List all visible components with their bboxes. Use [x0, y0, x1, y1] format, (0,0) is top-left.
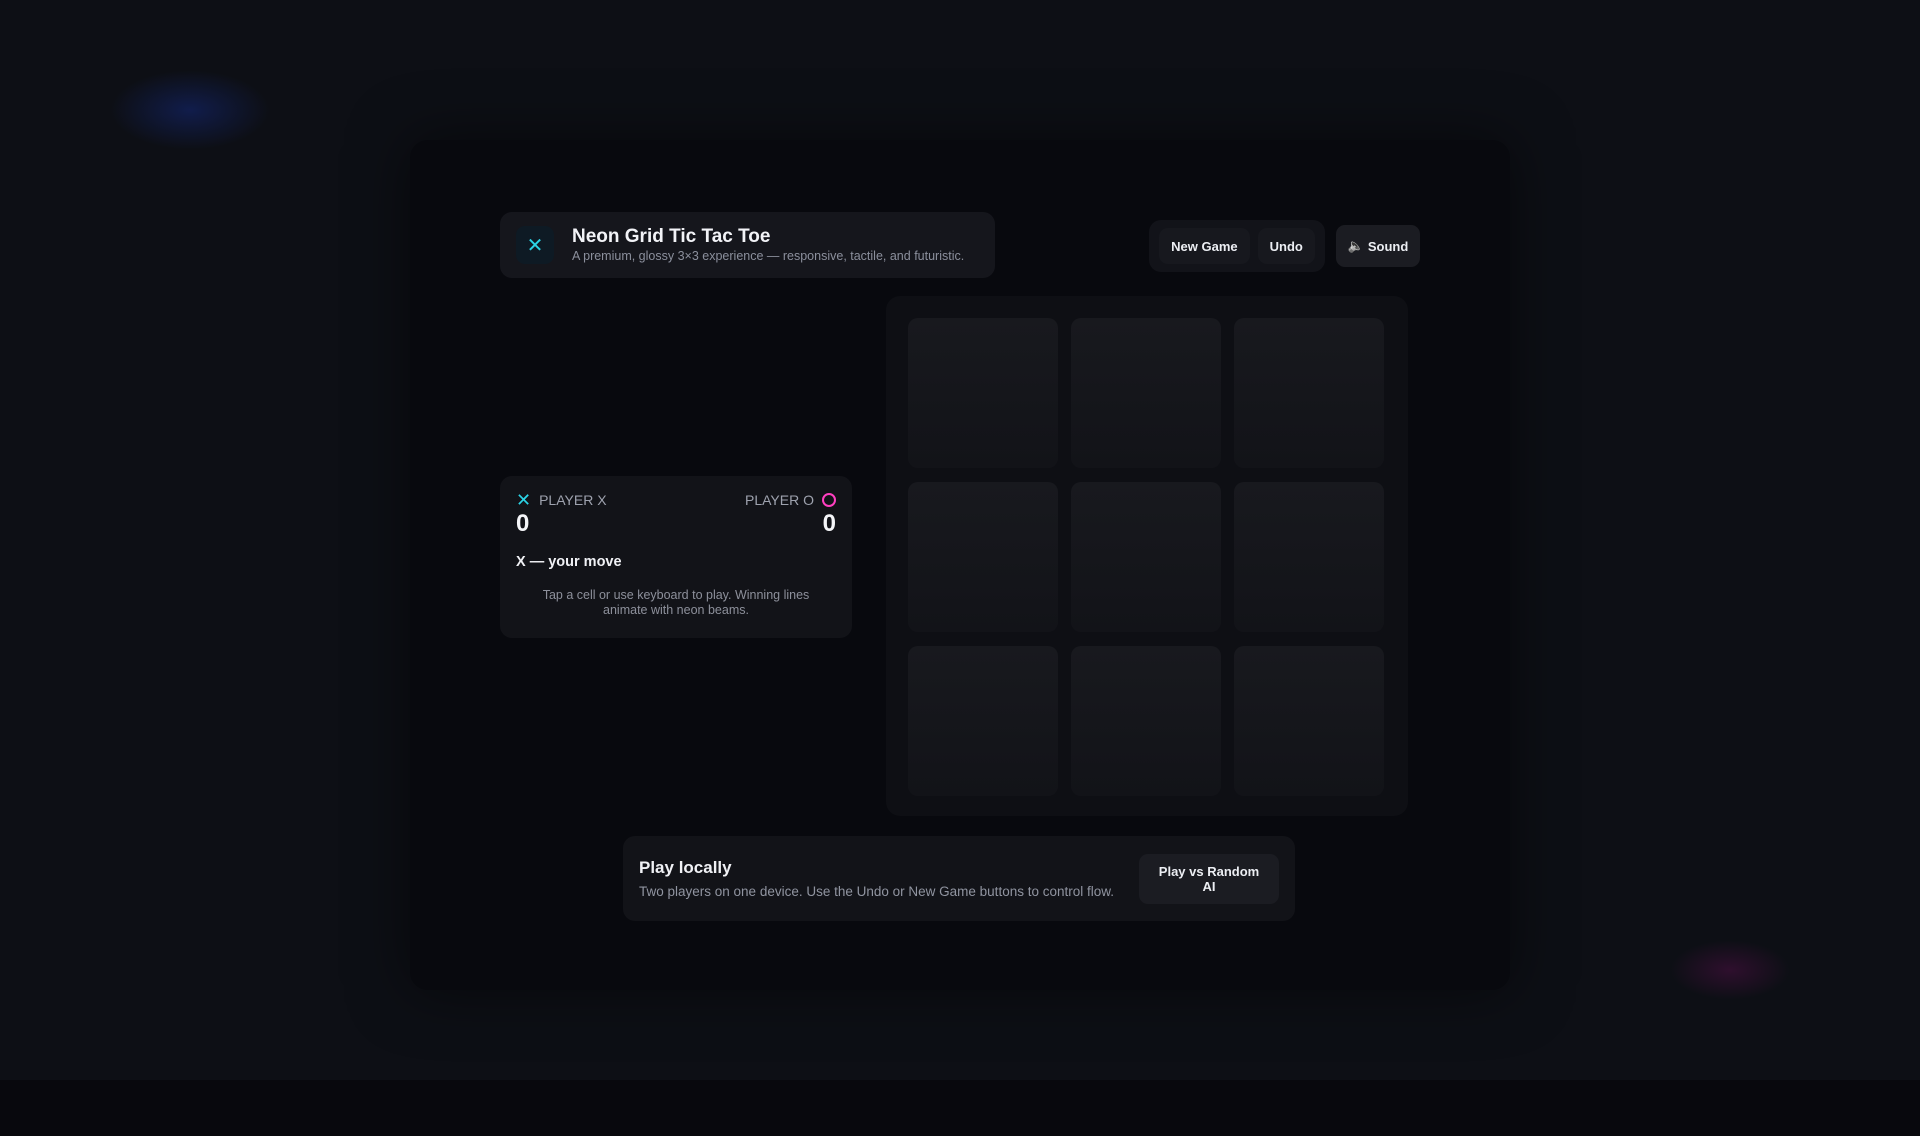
- play-mode-title: Play locally: [639, 857, 732, 877]
- o-marker-icon: [822, 493, 836, 507]
- board-cell-4[interactable]: [908, 482, 1058, 632]
- game-toolbar: New Game Undo: [1149, 220, 1325, 272]
- player-x-score: 0: [516, 510, 530, 537]
- board-cell-8[interactable]: [1071, 646, 1221, 796]
- speaker-icon: 🔈: [1347, 238, 1364, 253]
- board-cell-6[interactable]: [1234, 482, 1384, 632]
- play-mode-card: Play locally Two players on one device. …: [623, 836, 1295, 921]
- board-cell-7[interactable]: [908, 646, 1058, 796]
- player-x-label: PLAYER X: [539, 492, 607, 508]
- scoreboard: ✕ PLAYER X 0 PLAYER O 0 X — your move Ta…: [500, 476, 852, 638]
- game-board: [886, 296, 1408, 816]
- x-logo-icon: ✕: [516, 226, 554, 264]
- player-o-panel: PLAYER O 0: [745, 492, 836, 538]
- sound-label: Sound: [1367, 238, 1409, 254]
- player-o-label: PLAYER O: [745, 492, 814, 508]
- play-mode-description: Two players on one device. Use the Undo …: [639, 883, 1114, 899]
- new-game-button[interactable]: New Game: [1159, 228, 1250, 264]
- app-subtitle: A premium, glossy 3×3 experience — respo…: [572, 249, 965, 263]
- board-cell-2[interactable]: [1071, 318, 1221, 468]
- board-cell-1[interactable]: [908, 318, 1058, 468]
- score-row: ✕ PLAYER X 0 PLAYER O 0: [516, 490, 836, 538]
- board-cell-5[interactable]: [1071, 482, 1221, 632]
- sound-toggle-button[interactable]: 🔈 Sound: [1336, 225, 1420, 267]
- board-cell-3[interactable]: [1234, 318, 1384, 468]
- player-x-panel: ✕ PLAYER X 0: [516, 490, 607, 538]
- player-o-score: 0: [822, 510, 836, 537]
- play-vs-ai-button[interactable]: Play vs Random AI: [1139, 853, 1279, 904]
- ambient-glow-pink: [1670, 940, 1790, 1000]
- title-block: Neon Grid Tic Tac Toe A premium, glossy …: [572, 226, 964, 264]
- x-marker-icon: ✕: [516, 490, 532, 510]
- turn-status: X — your move: [516, 554, 622, 570]
- board-cell-9[interactable]: [1234, 646, 1384, 796]
- app-title: Neon Grid Tic Tac Toe: [572, 226, 771, 247]
- ambient-glow-blue: [110, 70, 270, 150]
- undo-button[interactable]: Undo: [1257, 228, 1315, 264]
- play-hint: Tap a cell or use keyboard to play. Winn…: [542, 588, 810, 617]
- bottom-band: [0, 1080, 1920, 1136]
- app-header: ✕ Neon Grid Tic Tac Toe A premium, gloss…: [500, 212, 995, 278]
- play-mode-text: Play locally Two players on one device. …: [639, 858, 1119, 900]
